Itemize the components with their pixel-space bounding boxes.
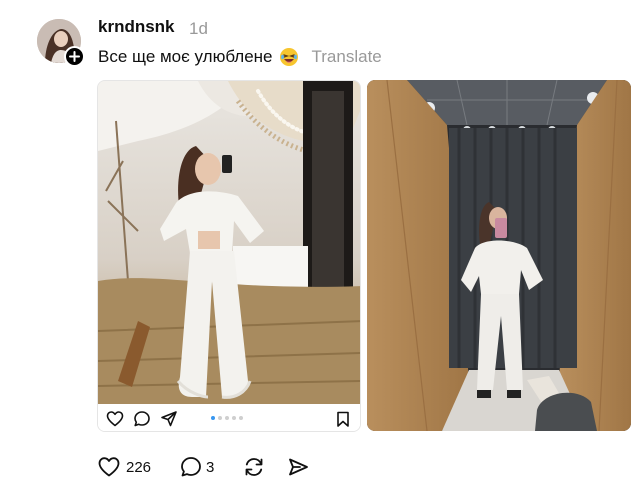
username[interactable]: krndnsnk <box>98 17 175 37</box>
plus-icon <box>69 51 80 62</box>
comment-button[interactable]: 3 <box>179 455 214 479</box>
post-caption: Все ще моє улюблене Translate <box>98 47 382 67</box>
media-card-2[interactable] <box>367 80 631 431</box>
post-time[interactable]: 1d <box>189 19 208 39</box>
repost-icon <box>245 458 263 476</box>
carousel-dot[interactable] <box>232 416 236 420</box>
caption-text: Все ще моє улюблене <box>98 47 273 66</box>
bookmark-icon[interactable] <box>334 410 352 428</box>
carousel-dot[interactable] <box>239 416 243 420</box>
comment-count: 3 <box>206 458 215 476</box>
photo-white-outfit-studio <box>98 81 360 404</box>
card-action-bar <box>98 404 360 431</box>
media-card-1[interactable] <box>97 80 361 432</box>
send-icon[interactable] <box>160 410 178 428</box>
share-button[interactable] <box>286 455 310 479</box>
grinning-squinting-face-emoji <box>279 48 298 66</box>
like-count: 226 <box>126 458 152 476</box>
avatar[interactable] <box>37 19 85 67</box>
send-icon <box>289 458 309 476</box>
carousel-dot[interactable] <box>211 416 215 420</box>
carousel-dot[interactable] <box>225 416 229 420</box>
photo-fitting-room-mirror <box>367 80 631 431</box>
carousel-dot[interactable] <box>218 416 222 420</box>
comment-icon[interactable] <box>133 410 151 428</box>
comment-icon <box>181 457 201 477</box>
repost-button[interactable] <box>242 455 266 479</box>
carousel-dots <box>211 416 243 420</box>
like-button[interactable]: 226 <box>97 455 151 479</box>
heart-icon <box>98 457 120 477</box>
follow-button[interactable] <box>64 46 85 67</box>
translate-link[interactable]: Translate <box>312 47 382 67</box>
heart-icon[interactable] <box>106 410 124 428</box>
post-actions: 226 3 <box>97 455 310 479</box>
